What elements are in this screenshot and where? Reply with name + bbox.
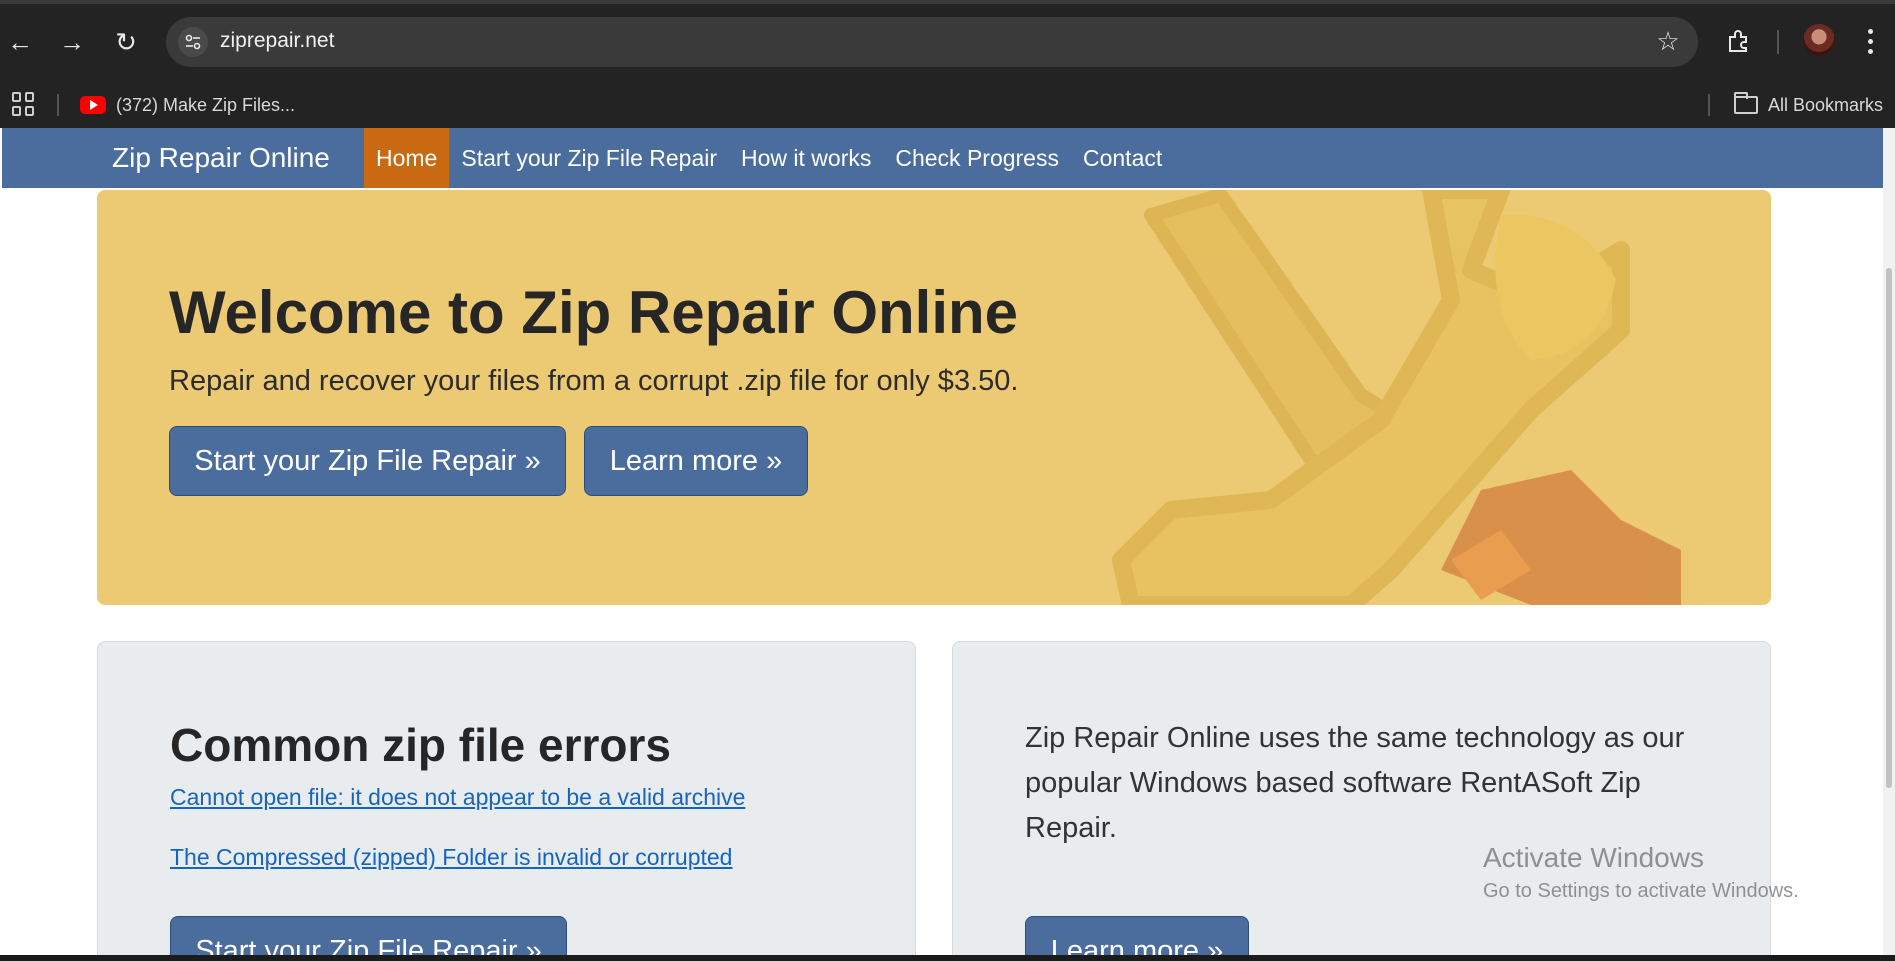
window-bottom-edge [0,955,1895,961]
reload-icon[interactable]: ↻ [108,24,144,60]
learn-more-button[interactable]: Learn more » [584,426,808,496]
forward-icon[interactable]: → [54,24,90,60]
card-start-repair-button[interactable]: Start your Zip File Repair » [170,916,567,955]
apps-grid-icon[interactable] [12,92,36,116]
site-navbar: Zip Repair Online Home Start your Zip Fi… [2,128,1883,188]
more-menu-icon[interactable] [1858,22,1882,60]
all-bookmarks-button[interactable]: All Bookmarks [1734,92,1883,118]
common-errors-title: Common zip file errors [170,719,671,771]
wrench-illustration [1112,190,1681,605]
all-bookmarks-label: All Bookmarks [1768,94,1884,115]
back-icon[interactable]: ← [2,24,38,60]
extensions-icon[interactable] [1722,24,1756,58]
start-repair-button[interactable]: Start your Zip File Repair » [169,426,566,496]
common-errors-card: Common zip file errors Cannot open file:… [97,641,916,955]
page-viewport: Zip Repair Online Home Start your Zip Fi… [0,128,1883,955]
technology-card: Zip Repair Online uses the same technolo… [952,641,1771,955]
tab-strip [0,0,1895,4]
url-text[interactable]: ziprepair.net [220,29,334,53]
nav-home[interactable]: Home [364,128,450,188]
nav-check-progress[interactable]: Check Progress [883,128,1071,188]
activate-windows-watermark: Activate Windows Go to Settings to activ… [1483,842,1799,903]
technology-description: Zip Repair Online uses the same technolo… [1025,722,1685,844]
browser-toolbar: ← → ↻ ziprepair.net ☆ [0,0,1895,82]
bookmarks-divider [1708,94,1710,116]
watermark-subtitle: Go to Settings to activate Windows. [1483,880,1799,902]
hero-jumbotron: Welcome to Zip Repair Online Repair and … [97,190,1771,605]
nav-start-repair[interactable]: Start your Zip File Repair [449,128,729,188]
site-info-icon[interactable] [178,27,208,57]
nav-contact[interactable]: Contact [1071,128,1174,188]
bookmarks-divider [57,94,59,116]
bookmark-label: (372) Make Zip Files... [116,94,296,115]
hero-title: Welcome to Zip Repair Online [169,279,1019,346]
youtube-icon [80,96,106,114]
error-link-invalid-archive[interactable]: Cannot open file: it does not appear to … [170,784,745,811]
scrollbar-thumb[interactable] [1886,268,1892,788]
address-bar[interactable]: ziprepair.net ☆ [166,17,1698,67]
nav-how-it-works[interactable]: How it works [729,128,883,188]
nav-links: Home Start your Zip File Repair How it w… [364,128,1174,188]
bookmark-youtube[interactable]: (372) Make Zip Files... [80,92,295,118]
hero-subtitle: Repair and recover your files from a cor… [169,365,1019,397]
page-scrollbar[interactable] [1883,128,1895,955]
error-link-folder-corrupted[interactable]: The Compressed (zipped) Folder is invali… [170,844,732,871]
folder-icon [1734,92,1758,114]
toolbar-divider [1777,30,1779,54]
bookmarks-bar: (372) Make Zip Files... All Bookmarks [0,82,1895,128]
profile-avatar[interactable] [1803,24,1835,56]
bookmark-star-icon[interactable]: ☆ [1652,25,1684,57]
site-brand[interactable]: Zip Repair Online [112,142,330,174]
card-learn-more-button[interactable]: Learn more » [1025,916,1249,955]
watermark-title: Activate Windows [1483,842,1704,873]
